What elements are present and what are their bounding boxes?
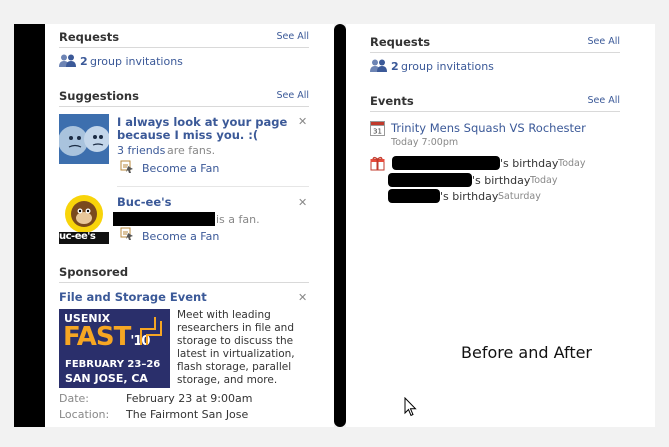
middle-black-bar bbox=[334, 24, 346, 427]
ad-date-value: February 23 at 9:00am bbox=[126, 392, 253, 405]
group-invitations-text: group invitations bbox=[401, 60, 494, 73]
sponsored-header: Sponsored bbox=[59, 263, 309, 283]
redacted-name bbox=[388, 189, 440, 203]
suggestions-see-all-link[interactable]: See All bbox=[276, 90, 309, 101]
requests-header: Requests See All bbox=[370, 33, 620, 53]
calendar-icon: 31 bbox=[370, 121, 385, 139]
suggestion-fans-suffix: are fans. bbox=[167, 144, 216, 157]
become-fan-icon bbox=[120, 227, 134, 244]
redacted-name bbox=[388, 173, 472, 187]
suggestions-title: Suggestions bbox=[59, 89, 139, 103]
sponsored-title: Sponsored bbox=[59, 265, 129, 279]
birthday-suffix: 's birthday bbox=[472, 174, 531, 187]
suggestion-item: uc-ee's Buc-ee's is a fan. Become a Fan … bbox=[59, 194, 309, 248]
group-invitations-row[interactable]: 2 group invitations bbox=[59, 54, 309, 70]
people-icon bbox=[370, 59, 388, 75]
ad-location-label: Location: bbox=[59, 408, 110, 421]
dismiss-suggestion-close-icon[interactable]: ✕ bbox=[298, 196, 307, 209]
comparison-caption: Before and After bbox=[461, 343, 593, 362]
suggestion-divider bbox=[117, 186, 309, 187]
before-panel: Requests See All 2 group invitations Sug… bbox=[45, 24, 334, 427]
bucees-logo[interactable]: uc-ee's bbox=[59, 194, 109, 244]
dismiss-suggestion-close-icon[interactable]: ✕ bbox=[298, 115, 307, 128]
ad-body-line: storage to discuss the bbox=[177, 335, 294, 347]
suggestion-title-line2[interactable]: because I miss you. :( bbox=[117, 128, 258, 142]
suggestion-title[interactable]: Buc-ee's bbox=[117, 195, 172, 209]
page-thumbnail[interactable] bbox=[59, 114, 109, 164]
ad-image-dates: FEBRUARY 23–26 bbox=[65, 359, 161, 370]
ad-body-line: latest in virtualization, bbox=[177, 348, 295, 360]
suggestions-header: Suggestions See All bbox=[59, 87, 309, 107]
suggestion-title-line1[interactable]: I always look at your page bbox=[117, 115, 287, 129]
comparison-canvas: Requests See All 2 group invitations Sug… bbox=[0, 0, 669, 447]
events-see-all-link[interactable]: See All bbox=[587, 95, 620, 106]
suggestion-fans-suffix: is a fan. bbox=[216, 213, 260, 226]
ad-body-line: Meet with leading bbox=[177, 309, 271, 321]
ad-body: Meet with leading researchers in file an… bbox=[177, 309, 307, 387]
ad-body-line: researchers in file and bbox=[177, 322, 295, 334]
gift-icon bbox=[370, 156, 385, 174]
calendar-day: 31 bbox=[373, 128, 382, 136]
ad-image[interactable]: USENIX FAST'10 FEBRUARY 23–26 SAN JOSE, … bbox=[59, 309, 170, 388]
mouse-cursor-icon bbox=[404, 396, 418, 420]
dismiss-ad-close-icon[interactable]: ✕ bbox=[298, 291, 307, 304]
birthday-suffix: 's birthday bbox=[500, 157, 559, 170]
ad-image-event-name: FAST bbox=[63, 322, 131, 352]
become-fan-link[interactable]: Become a Fan bbox=[142, 230, 219, 243]
bucees-logo-text: uc-ee's bbox=[59, 231, 96, 242]
people-icon bbox=[59, 54, 77, 70]
redacted-name bbox=[113, 212, 215, 226]
events-header: Events See All bbox=[370, 92, 620, 112]
redacted-name bbox=[392, 156, 500, 170]
become-fan-link[interactable]: Become a Fan bbox=[142, 162, 219, 175]
become-fan-icon bbox=[120, 160, 134, 177]
group-invitations-text: group invitations bbox=[90, 55, 183, 68]
after-panel: Requests See All 2 group invitations Eve… bbox=[346, 24, 655, 427]
ad-body-line: flash storage, parallel bbox=[177, 361, 292, 373]
requests-see-all-link[interactable]: See All bbox=[587, 36, 620, 47]
birthday-when: Today bbox=[530, 175, 558, 186]
birthday-suffix: 's birthday bbox=[440, 190, 499, 203]
suggestion-item: I always look at your page because I mis… bbox=[59, 114, 309, 180]
requests-title: Requests bbox=[370, 35, 431, 49]
requests-see-all-link[interactable]: See All bbox=[276, 31, 309, 42]
group-invitations-count: 2 bbox=[80, 55, 88, 68]
ad-image-event: FAST'10 bbox=[63, 322, 150, 356]
group-invitations-count: 2 bbox=[391, 60, 399, 73]
left-black-bar bbox=[14, 24, 45, 427]
requests-header: Requests See All bbox=[59, 28, 309, 48]
requests-title: Requests bbox=[59, 30, 120, 44]
birthday-when: Today bbox=[558, 158, 586, 169]
event-title-link[interactable]: Trinity Mens Squash VS Rochester bbox=[391, 121, 586, 135]
event-time: Today 7:00pm bbox=[391, 137, 459, 148]
group-invitations-row[interactable]: 2 group invitations bbox=[370, 59, 620, 75]
ad-date-label: Date: bbox=[59, 392, 89, 405]
ad-image-decoration bbox=[140, 317, 162, 345]
birthday-when: Saturday bbox=[498, 191, 541, 202]
ad-location-value: The Fairmont San Jose bbox=[126, 408, 249, 421]
suggestion-fans-count-link[interactable]: 3 friends bbox=[117, 144, 165, 157]
ad-body-line: storage, and more. bbox=[177, 374, 278, 386]
ad-image-city: SAN JOSE, CA bbox=[65, 372, 148, 385]
ad-title-link[interactable]: File and Storage Event bbox=[59, 290, 207, 304]
events-title: Events bbox=[370, 94, 414, 108]
